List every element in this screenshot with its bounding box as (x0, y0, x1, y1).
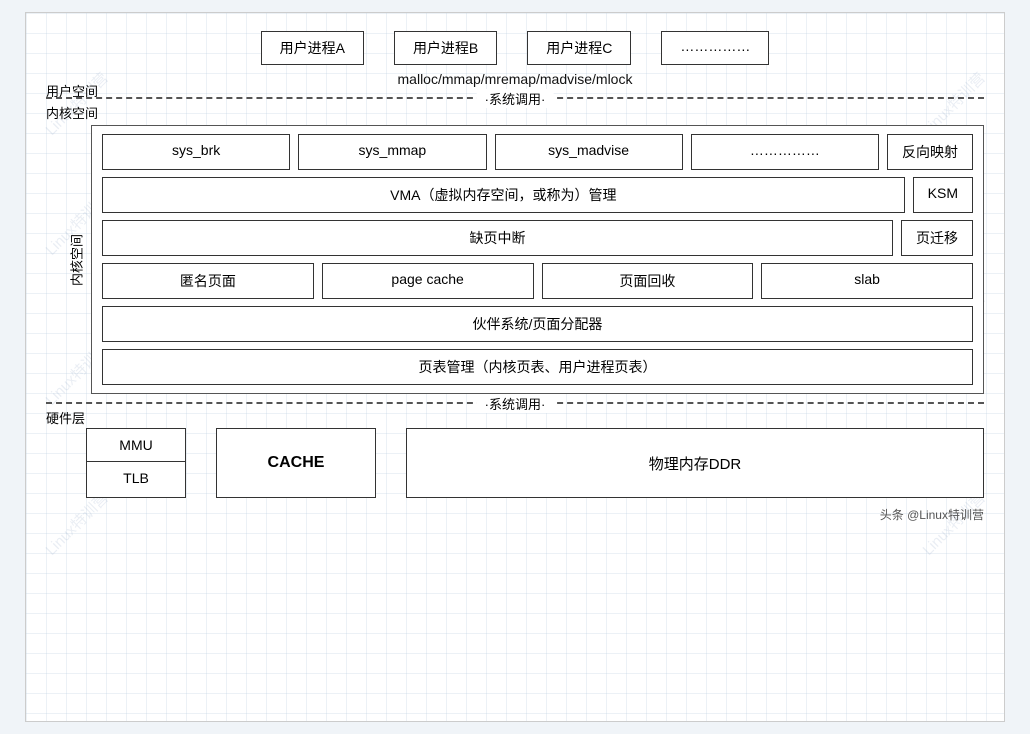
slab: slab (761, 263, 973, 299)
tlb-box: TLB (87, 462, 185, 494)
user-space-section: 用户进程A 用户进程B 用户进程C …………… malloc/mmap/mrem… (36, 23, 994, 97)
page-fault-row: 缺页中断 页迁移 (102, 220, 973, 256)
kernel-space-label-inner: 内核空间 (67, 233, 86, 285)
ksm-box: KSM (913, 177, 973, 213)
diagram-container: Linux特训营 Linux特训营 Linux特训营 Linux特训营 Linu… (25, 12, 1005, 722)
user-processes-row: 用户进程A 用户进程B 用户进程C …………… (66, 31, 964, 65)
hardware-section: 硬件层 MMU TLB CACHE 物理内存DDR (36, 406, 994, 502)
syscall-label-2: ·系统调用· (477, 394, 554, 413)
page-reclaim: 页面回收 (542, 263, 754, 299)
buddy-system: 伙伴系统/页面分配器 (102, 306, 973, 342)
kernel-hardware-separator: ·系统调用· (46, 402, 984, 404)
mmu-box: MMU (87, 429, 185, 462)
ddr-box: 物理内存DDR (406, 428, 984, 498)
hardware-boxes: MMU TLB CACHE 物理内存DDR (86, 428, 984, 498)
kernel-space-label-outer: 内核空间 (46, 106, 98, 121)
page-table-mgmt: 页表管理（内核页表、用户进程页表） (102, 349, 973, 385)
process-b: 用户进程B (394, 31, 497, 65)
malloc-text: malloc/mmap/mremap/madvise/mlock (66, 71, 964, 87)
page-types-row: 匿名页面 page cache 页面回收 slab (102, 263, 973, 299)
kernel-outer: 内核空间 内核空间 sys_brk sys_mmap sys_madvise …… (36, 99, 994, 396)
kernel-inner-box: 内核空间 sys_brk sys_mmap sys_madvise …………… … (91, 125, 984, 394)
process-etc: …………… (661, 31, 769, 65)
main-content: 用户进程A 用户进程B 用户进程C …………… malloc/mmap/mrem… (36, 23, 994, 711)
page-cache: page cache (322, 263, 534, 299)
syscalls-row: sys_brk sys_mmap sys_madvise …………… 反向映射 (102, 134, 973, 170)
sys-etc: …………… (691, 134, 879, 170)
dashed-line-2: ·系统调用· (46, 402, 984, 404)
vma-row: VMA（虚拟内存空间，或称为）管理 KSM (102, 177, 973, 213)
buddy-row: 伙伴系统/页面分配器 (102, 306, 973, 342)
page-migration-box: 页迁移 (901, 220, 973, 256)
page-table-row: 页表管理（内核页表、用户进程页表） (102, 349, 973, 385)
page-fault-box: 缺页中断 (102, 220, 893, 256)
sys-mmap: sys_mmap (298, 134, 486, 170)
process-a: 用户进程A (261, 31, 364, 65)
mmu-tlb-box: MMU TLB (86, 428, 186, 498)
sys-madvise: sys_madvise (495, 134, 683, 170)
hardware-label: 硬件层 (46, 411, 85, 426)
sys-brk: sys_brk (102, 134, 290, 170)
process-c: 用户进程C (527, 31, 631, 65)
cache-box: CACHE (216, 428, 376, 498)
vma-box: VMA（虚拟内存空间，或称为）管理 (102, 177, 905, 213)
anon-page: 匿名页面 (102, 263, 314, 299)
footer: 头条 @Linux特训营 (36, 506, 994, 523)
reverse-mapping: 反向映射 (887, 134, 973, 170)
